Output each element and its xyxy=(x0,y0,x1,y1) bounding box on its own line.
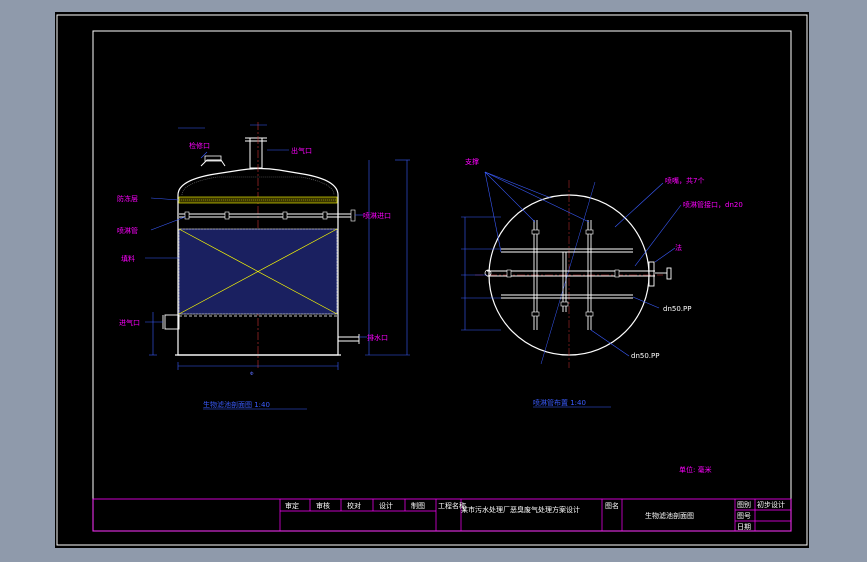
label-support: 支撑 xyxy=(465,157,479,166)
tb-row3-label: 日期 xyxy=(737,523,751,531)
tb-role-4: 设计 xyxy=(379,501,393,510)
label-spray-inlet: 喷淋进口 xyxy=(363,211,391,220)
flange xyxy=(648,261,672,287)
label-pipe-dn50-2: dn50.PP xyxy=(631,352,659,360)
plan-callouts xyxy=(484,171,682,357)
label-manhole: 检修口 xyxy=(189,141,210,150)
title-block: 审定 审核 校对 设计 制图 工程名称 某市污水处理厂恶臭废气处理方案设计 图名… xyxy=(92,498,792,532)
manhole xyxy=(200,155,226,167)
label-flange: 法 xyxy=(675,243,682,252)
tb-row1-value: 初步设计 xyxy=(757,500,785,509)
top-gas-outlet xyxy=(245,137,267,169)
label-gas-inlet: 进气口 xyxy=(119,318,140,327)
gas-inlet xyxy=(162,314,180,330)
tb-drawing-label: 图名 xyxy=(605,501,619,510)
tb-row2-label: 图号 xyxy=(737,512,751,520)
tb-role-2: 审核 xyxy=(316,501,330,510)
label-pipe-dn50: dn50.PP xyxy=(663,305,691,313)
cad-drawing: Φ 检修口 出气口 防冻层 喷淋管 填料 进气口 喷淋进口 排水口 生物滤池剖面… xyxy=(56,14,808,546)
tb-role-3: 校对 xyxy=(347,501,361,510)
unit-note: 单位: 毫米 xyxy=(679,465,712,474)
tb-project-name: 某市污水处理厂恶臭废气处理方案设计 xyxy=(461,505,580,514)
spray-pipe xyxy=(179,209,356,222)
tb-role-5: 制图 xyxy=(411,501,425,510)
label-drain: 排水口 xyxy=(367,333,388,342)
label-holes: 喷嘴，共7个 xyxy=(665,176,704,185)
plan-caption: 喷淋管布置 1:40 xyxy=(533,398,586,407)
drawing-viewport[interactable]: Φ 检修口 出气口 防冻层 喷淋管 填料 进气口 喷淋进口 排水口 生物滤池剖面… xyxy=(55,12,809,548)
tank-section-view: Φ 检修口 出气口 防冻层 喷淋管 填料 进气口 喷淋进口 排水口 生物滤池剖面… xyxy=(117,122,410,410)
plan-dimensions xyxy=(461,216,501,331)
tb-role-1: 审定 xyxy=(285,501,299,510)
tb-row1-label: 图别 xyxy=(737,500,751,509)
label-gas-outlet-top: 出气口 xyxy=(291,146,312,155)
dim-diameter: Φ xyxy=(250,371,254,377)
spray-plan-view: 支撑 喷嘴，共7个 喷淋管接口，dn20 法 dn50.PP dn50.PP 喷… xyxy=(461,157,743,408)
section-caption: 生物滤池剖面图 1:40 xyxy=(203,400,270,409)
label-packing: 填料 xyxy=(121,254,135,263)
drain-outlet xyxy=(338,334,360,344)
label-layer: 防冻层 xyxy=(117,194,138,203)
label-spray-pipe: 喷淋管 xyxy=(117,226,138,235)
tb-drawing-name: 生物滤池剖面图 xyxy=(645,511,694,520)
label-spray-header: 喷淋管接口，dn20 xyxy=(683,200,743,209)
